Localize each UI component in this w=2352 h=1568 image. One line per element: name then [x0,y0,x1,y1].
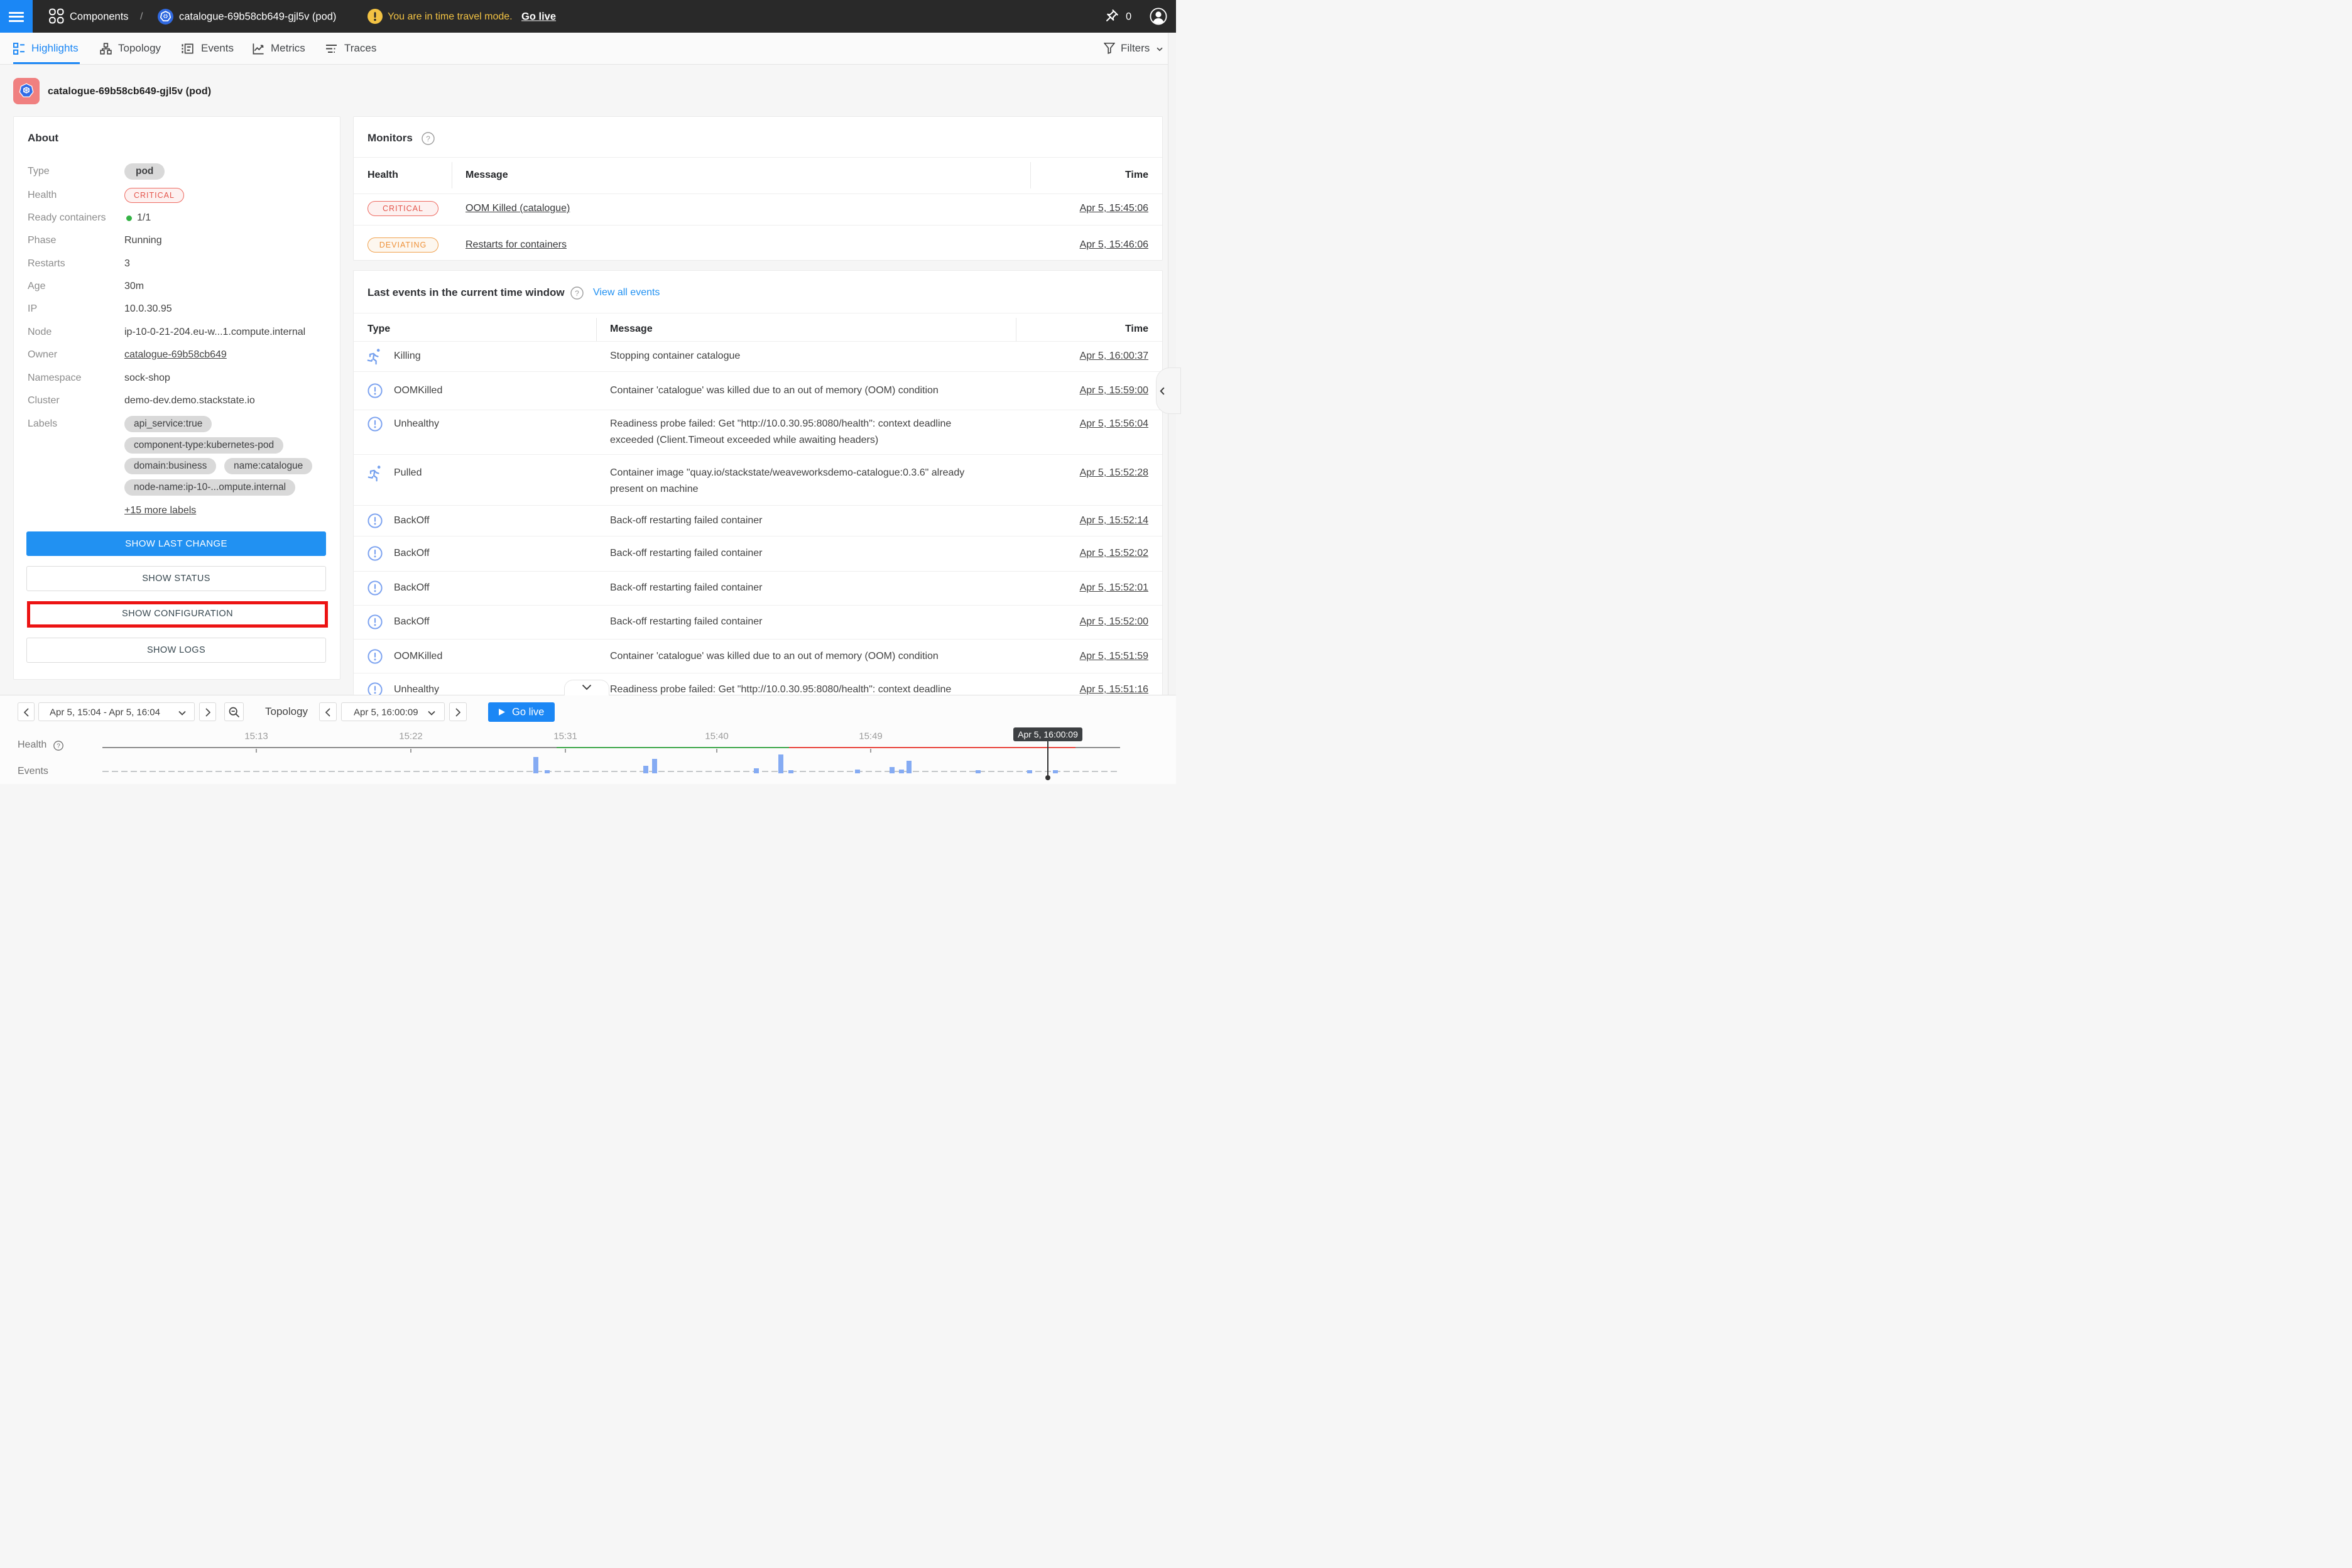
svg-text:?: ? [57,743,60,750]
svg-text:?: ? [426,134,430,143]
svg-text:?: ? [575,289,579,298]
